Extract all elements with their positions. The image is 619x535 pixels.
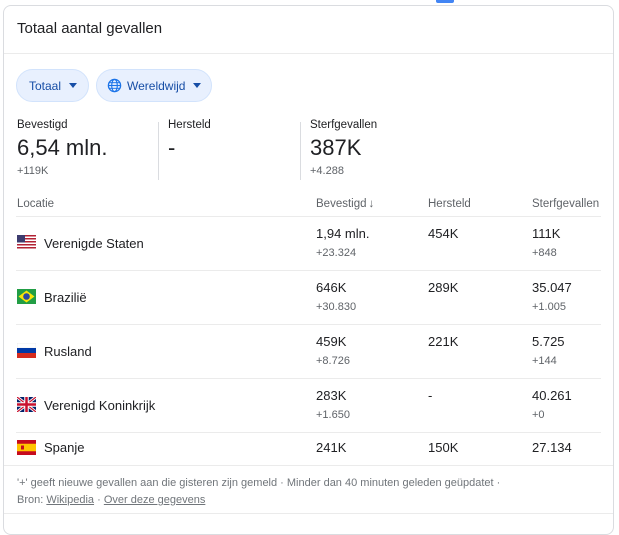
recovered-value: 221K xyxy=(428,334,459,349)
row-divider xyxy=(16,378,601,379)
deaths-delta: +848 xyxy=(532,247,557,259)
caret-down-icon xyxy=(193,83,202,88)
us-flag-icon xyxy=(17,235,36,250)
confirmed-value: 241K xyxy=(316,440,347,455)
country-name: Spanje xyxy=(44,440,85,455)
deaths-value: 27.134 xyxy=(532,440,572,455)
stat-value: - xyxy=(168,135,176,160)
region-filter-chip[interactable]: Wereldwijd xyxy=(96,69,212,102)
column-header-confirmed-label: Bevestigd xyxy=(316,198,367,210)
deaths-value: 35.047 xyxy=(532,280,572,295)
deaths-value: 111K xyxy=(532,226,561,241)
confirmed-value: 283K xyxy=(316,388,347,403)
row-divider xyxy=(16,324,601,325)
deaths-value: 5.725 xyxy=(532,334,565,349)
region-filter-label: Wereldwijd xyxy=(127,78,186,93)
confirmed-value: 646K xyxy=(316,280,347,295)
recovered-value: - xyxy=(428,388,433,403)
confirmed-delta: +30.830 xyxy=(316,301,357,313)
br-flag-icon xyxy=(17,289,36,304)
row-divider xyxy=(16,216,601,217)
stat-confirmed: Bevestigd 6,54 mln. +119K xyxy=(17,119,108,177)
recovered-value: 289K xyxy=(428,280,459,295)
stat-label: Bevestigd xyxy=(17,119,68,131)
row-divider xyxy=(16,432,601,433)
deaths-value: 40.261 xyxy=(532,388,572,403)
confirmed-delta: +1.650 xyxy=(316,409,350,421)
footer-divider xyxy=(4,513,613,514)
confirmed-value: 1,94 mln. xyxy=(316,226,370,241)
stat-divider xyxy=(300,122,301,180)
source-label: Bron: xyxy=(17,494,44,506)
confirmed-delta: +8.726 xyxy=(316,355,350,367)
globe-icon xyxy=(107,78,122,93)
footer-separator: · xyxy=(97,494,101,506)
footer-source: Bron: Wikipedia · Over deze gegevens xyxy=(17,494,205,506)
top-accent-line xyxy=(436,0,454,3)
country-name: Verenigde Staten xyxy=(44,236,144,251)
stat-label: Hersteld xyxy=(168,119,211,131)
total-filter-label: Totaal xyxy=(29,78,62,93)
stat-label: Sterfgevallen xyxy=(310,119,378,131)
column-header-recovered[interactable]: Hersteld xyxy=(428,198,471,210)
country-name: Brazilië xyxy=(44,290,87,305)
card-title: Totaal aantal gevallen xyxy=(17,20,163,37)
about-data-link[interactable]: Over deze gegevens xyxy=(104,494,206,506)
header-divider xyxy=(4,53,613,54)
table-bottom-divider xyxy=(4,465,613,466)
country-name: Rusland xyxy=(44,344,92,359)
stat-recovered: Hersteld - xyxy=(168,119,211,165)
es-flag-icon xyxy=(17,440,36,455)
ru-flag-icon xyxy=(17,343,36,358)
stat-delta: +119K xyxy=(17,165,49,177)
sort-down-icon: ↓ xyxy=(368,198,375,210)
column-header-confirmed[interactable]: Bevestigd ↓ xyxy=(316,198,374,210)
deaths-delta: +1.005 xyxy=(532,301,566,313)
stat-divider xyxy=(158,122,159,180)
recovered-value: 150K xyxy=(428,440,459,455)
confirmed-value: 459K xyxy=(316,334,347,349)
cases-card: Totaal aantal gevallen Totaal Wereldwijd… xyxy=(3,5,614,535)
country-name: Verenigd Koninkrijk xyxy=(44,398,156,413)
row-divider xyxy=(16,270,601,271)
recovered-value: 454K xyxy=(428,226,459,241)
caret-down-icon xyxy=(69,83,78,88)
column-header-location: Locatie xyxy=(17,198,55,210)
gb-flag-icon xyxy=(17,397,36,412)
column-header-deaths[interactable]: Sterfgevallen xyxy=(532,198,599,210)
stat-value: 6,54 mln. xyxy=(17,135,108,160)
footer-note: '+' geeft nieuwe gevallen aan die gister… xyxy=(17,477,501,489)
wikipedia-link[interactable]: Wikipedia xyxy=(46,494,94,506)
deaths-delta: +0 xyxy=(532,409,545,421)
stat-delta: +4.288 xyxy=(310,165,344,177)
stat-deaths: Sterfgevallen 387K +4.288 xyxy=(310,119,377,177)
deaths-delta: +144 xyxy=(532,355,557,367)
stat-value: 387K xyxy=(310,135,362,160)
total-filter-chip[interactable]: Totaal xyxy=(16,69,89,102)
confirmed-delta: +23.324 xyxy=(316,247,357,259)
